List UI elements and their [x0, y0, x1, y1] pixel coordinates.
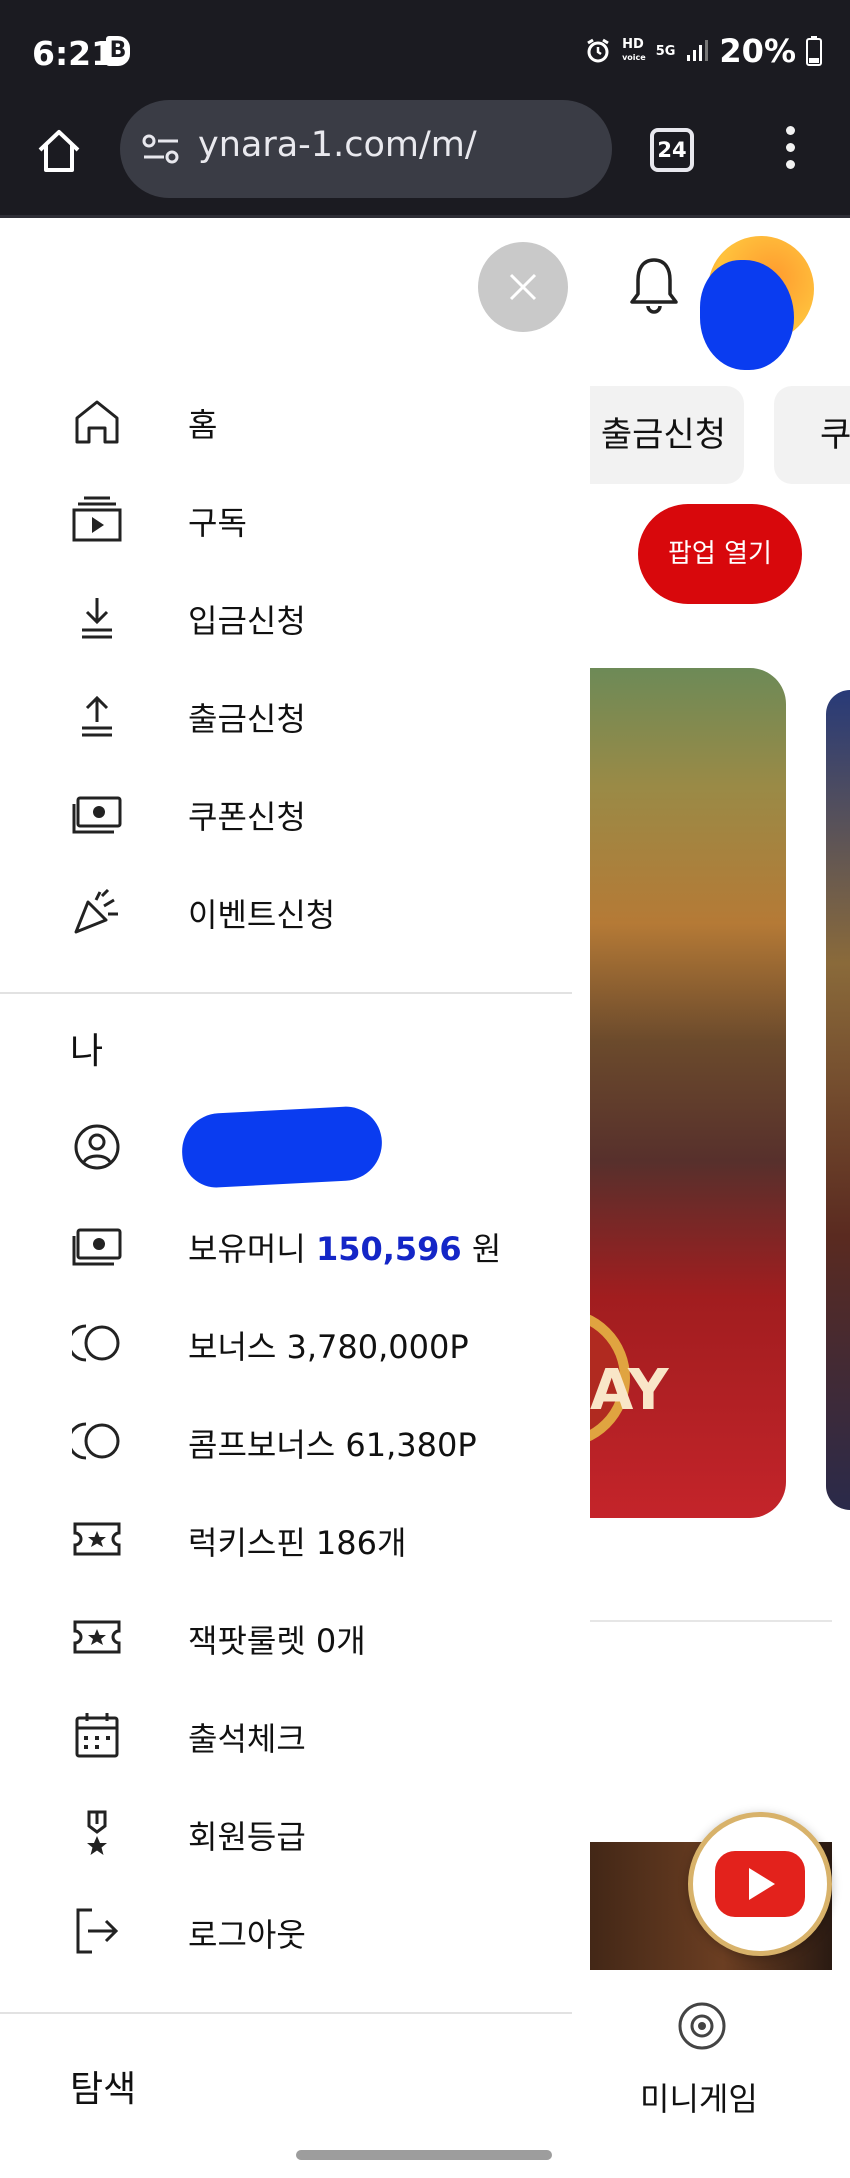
site-settings-icon[interactable] [142, 134, 180, 164]
home-button[interactable] [34, 126, 84, 176]
menu-item-comp-bonus[interactable]: 콤프보너스 61,380P [0, 1392, 590, 1490]
menu-item-money[interactable]: 보유머니 150,596 원 [0, 1196, 590, 1294]
menu-item-attendance[interactable]: 출석체크 [0, 1686, 590, 1784]
tab-switcher-button[interactable]: 24 [650, 128, 694, 172]
avatar-redaction [700, 260, 794, 370]
mini-game-icon[interactable] [676, 2000, 728, 2052]
member-grade-label: 회원등급 [188, 1818, 306, 1856]
battery-icon [806, 36, 822, 66]
money-label: 보유머니 150,596 원 [188, 1230, 502, 1268]
address-bar[interactable]: ynara-1.com/m/ [120, 100, 612, 198]
5g-icon: 5G [655, 43, 676, 59]
menu-item-bonus[interactable]: 보너스 3,780,000P [0, 1294, 590, 1392]
logout-label: 로그아웃 [188, 1916, 306, 1954]
status-icons: HD voice 5G 20% [584, 32, 822, 70]
b-app-icon: B [106, 36, 130, 66]
menu-item-deposit[interactable]: 입금신청 [0, 568, 590, 666]
gesture-handle [296, 2150, 552, 2160]
browser-toolbar: ynara-1.com/m/ 24 [0, 100, 850, 218]
close-drawer-button[interactable] [478, 242, 568, 332]
page-divider [570, 1620, 832, 1622]
bonus-label: 보너스 3,780,000P [188, 1328, 469, 1366]
menu-item-withdraw[interactable]: 출금신청 [0, 666, 590, 764]
next-chip[interactable]: 쿠 [774, 386, 850, 484]
account-circle-icon [74, 1124, 120, 1170]
youtube-floating-button[interactable] [688, 1812, 832, 1956]
ticket-star-icon [73, 1620, 121, 1654]
menu-item-lucky-spin[interactable]: 럭키스핀 186개 [0, 1490, 590, 1588]
menu-item-subscriptions[interactable]: 구독 [0, 470, 590, 568]
menu-item-jackpot-roulette[interactable]: 잭팟룰렛 0개 [0, 1588, 590, 1686]
section-heading-explore: 탐색 [70, 2069, 137, 2110]
close-icon [509, 273, 537, 301]
battery-percent: 20% [719, 32, 796, 70]
hd-voice-icon: HD voice [622, 37, 646, 62]
signal-icon [687, 40, 709, 61]
section-heading-me: 나 [70, 1031, 104, 1072]
menu-label: 출금신청 [188, 700, 306, 738]
url-text[interactable]: ynara-1.com/m/ [198, 125, 477, 165]
menu-label: 구독 [188, 504, 247, 542]
ticket-star-icon [73, 1522, 121, 1556]
browser-menu-button[interactable] [780, 126, 800, 176]
mini-game-label[interactable]: 미니게임 [640, 2074, 758, 2120]
attendance-label: 출석체크 [188, 1720, 306, 1758]
menu-item-coupon[interactable]: 쿠폰신청 [0, 764, 590, 862]
menu-label: 홈 [188, 406, 218, 444]
menu-label: 쿠폰신청 [188, 798, 306, 836]
home-icon [75, 400, 119, 444]
upload-icon [82, 695, 112, 737]
alarm-icon [587, 38, 609, 63]
coin-icon [72, 1324, 120, 1362]
logout-icon [76, 1908, 119, 1954]
jackpot-roulette-label: 잭팟룰렛 0개 [188, 1622, 366, 1660]
menu-item-home[interactable]: 홈 [0, 372, 590, 470]
download-icon [82, 598, 112, 639]
menu-item-logout[interactable]: 로그아웃 [0, 1882, 590, 1980]
cash-icon [72, 796, 122, 834]
menu-item-event[interactable]: 이벤트신청 [0, 862, 590, 960]
menu-item-member-grade[interactable]: 회원등급 [0, 1784, 590, 1882]
lucky-spin-label: 럭키스핀 186개 [188, 1524, 407, 1562]
coin-icon [72, 1422, 120, 1460]
comp-bonus-label: 콤프보너스 61,380P [188, 1426, 477, 1464]
status-bar: 6:21 B HD voice 5G 20% [0, 0, 850, 100]
status-time: 6:21 [32, 34, 115, 73]
medal-icon [87, 1810, 107, 1855]
menu-label: 입금신청 [188, 602, 306, 640]
party-popper-icon [74, 888, 118, 934]
drawer-divider [0, 992, 572, 994]
calendar-icon [75, 1713, 119, 1758]
banner-text: AY [590, 1358, 669, 1423]
cash-icon [72, 1228, 122, 1266]
subscriptions-icon [72, 496, 122, 542]
notification-bell-icon[interactable] [628, 254, 680, 316]
side-drawer: 홈 구독 입금신청 출금신청 쿠폰신청 이벤트신청 나 보유머니 150,596… [0, 218, 590, 2178]
money-value: 150,596 [315, 1230, 462, 1268]
username-redaction [180, 1104, 384, 1190]
next-banner-peek[interactable] [826, 690, 850, 1510]
open-popup-button[interactable]: 팝업 열기 [638, 504, 802, 604]
drawer-divider [0, 2012, 572, 2014]
menu-label: 이벤트신청 [188, 896, 336, 934]
youtube-play-icon [715, 1851, 805, 1917]
